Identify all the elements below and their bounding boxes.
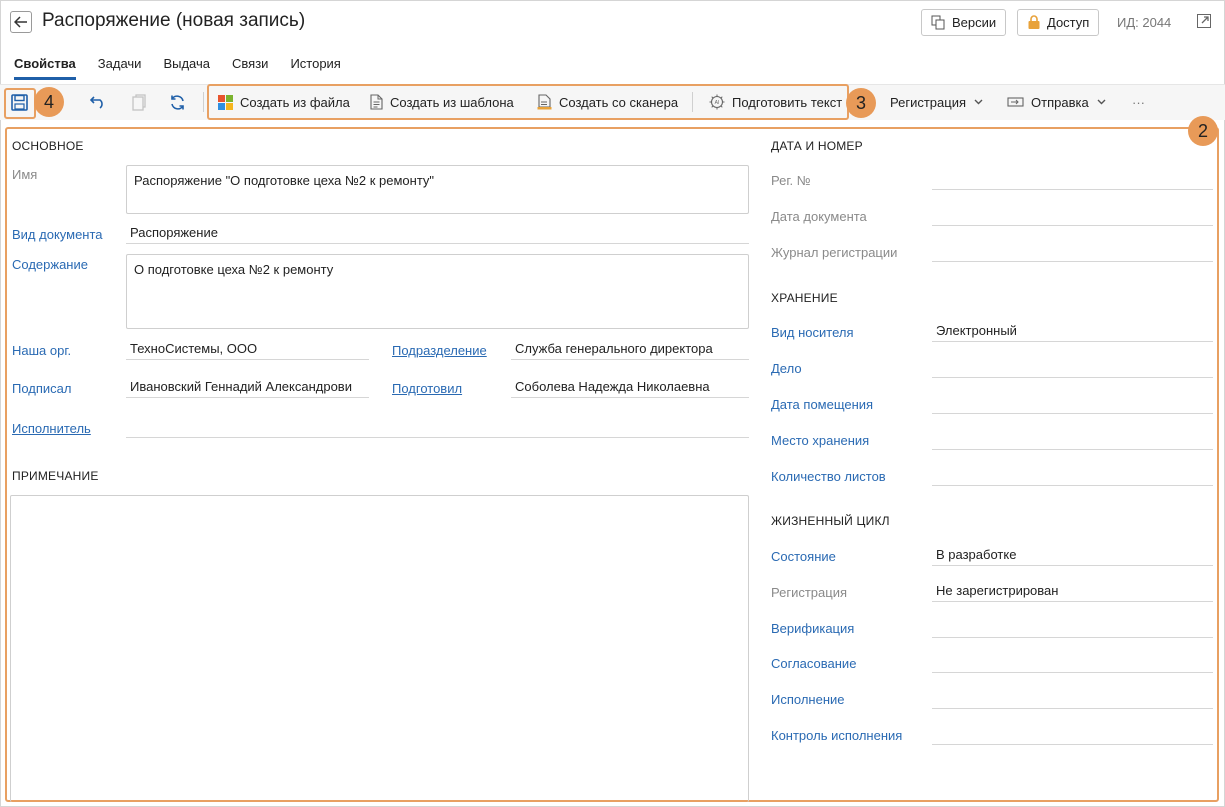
chevron-down-icon [1097,99,1106,105]
sending-label: Отправка [1031,94,1089,110]
name-field[interactable]: Распоряжение "О подготовке цеха №2 к рем… [126,165,749,214]
executor-field[interactable] [126,416,749,438]
tab-bar: Свойства Задачи Выдача Связи История [0,50,349,80]
tab-issue[interactable]: Выдача [163,50,210,80]
department-field[interactable]: Служба генерального директора [511,338,749,360]
registration-state-label: Регистрация [771,585,847,600]
reg-no-label: Рег. № [771,173,811,188]
send-icon [1007,96,1024,108]
sheets-label: Количество листов [771,469,886,484]
placement-date-field[interactable] [932,392,1213,414]
reg-no-field[interactable] [932,168,1213,190]
state-field[interactable]: В разработке [932,544,1213,566]
lock-icon [1027,15,1041,30]
undo-icon[interactable] [89,93,107,111]
control-label: Контроль исполнения [771,728,903,743]
highlight-create-group [207,84,849,120]
prepared-label[interactable]: Подготовил [392,381,462,396]
tab-history[interactable]: История [290,50,340,80]
copy-icon[interactable] [130,93,148,111]
section-lifecycle-title: ЖИЗНЕННЫЙ ЦИКЛ [771,514,890,528]
doc-type-label: Вид документа [12,227,103,242]
case-label: Дело [771,361,802,376]
badge-2: 2 [1188,116,1218,146]
doc-type-field[interactable]: Распоряжение [126,222,749,244]
registration-state-field[interactable]: Не зарегистрирован [932,580,1213,602]
highlight-save [4,88,36,119]
tab-properties[interactable]: Свойства [14,50,76,80]
execution-field[interactable] [932,687,1213,709]
approval-label: Согласование [771,656,857,671]
section-note-title: ПРИМЕЧАНИЕ [12,469,99,483]
name-label: Имя [12,167,38,182]
more-button[interactable]: ··· [1132,92,1145,112]
department-label[interactable]: Подразделение [392,343,487,358]
executor-label[interactable]: Исполнитель [12,421,91,436]
verification-field[interactable] [932,616,1213,638]
section-storage-title: ХРАНЕНИЕ [771,291,838,305]
location-label: Место хранения [771,433,870,448]
tab-tasks[interactable]: Задачи [98,50,142,80]
content-label: Содержание [12,257,88,272]
control-field[interactable] [932,723,1213,745]
arrow-left-icon [14,16,27,28]
note-field[interactable] [10,495,749,802]
media-field[interactable]: Электронный [932,320,1213,342]
media-label: Вид носителя [771,325,854,340]
journal-field[interactable] [932,240,1213,262]
doc-date-field[interactable] [932,204,1213,226]
content-field[interactable]: О подготовке цеха №2 к ремонту [126,254,749,329]
access-button[interactable]: Доступ [1017,9,1100,36]
sheets-field[interactable] [932,464,1213,486]
access-label: Доступ [1047,15,1090,30]
signed-field[interactable]: Ивановский Геннадий Александрови [126,376,369,398]
versions-label: Версии [952,15,997,30]
badge-4: 4 [34,87,64,117]
badge-3: 3 [846,88,876,118]
location-field[interactable] [932,428,1213,450]
refresh-icon[interactable] [168,93,186,111]
sending-dropdown[interactable]: Отправка [1007,92,1106,112]
versions-button[interactable]: Версии [921,9,1007,36]
doc-date-label: Дата документа [771,209,867,224]
journal-label: Журнал регистрации [771,245,898,260]
section-main-title: ОСНОВНОЕ [12,139,84,153]
verification-label: Верификация [771,621,855,636]
execution-label: Исполнение [771,692,845,707]
toolbar-separator [203,92,204,112]
page-title: Распоряжение (новая запись) [42,10,306,31]
our-org-label: Наша орг. [12,343,72,358]
back-button[interactable] [10,11,32,33]
case-field[interactable] [932,356,1213,378]
versions-icon [931,15,946,30]
registration-label: Регистрация [890,94,966,110]
placement-date-label: Дата помещения [771,397,874,412]
prepared-field[interactable]: Соболева Надежда Николаевна [511,376,749,398]
chevron-down-icon [974,99,983,105]
signed-label: Подписал [12,381,72,396]
section-date-number-title: ДАТА И НОМЕР [771,139,863,153]
tab-links[interactable]: Связи [232,50,268,80]
open-external-icon[interactable] [1196,13,1212,29]
registration-dropdown[interactable]: Регистрация [890,92,983,112]
approval-field[interactable] [932,651,1213,673]
record-id: ИД: 2044 [1117,15,1172,30]
our-org-field[interactable]: ТехноСистемы, ООО [126,338,369,360]
state-label: Состояние [771,549,836,564]
